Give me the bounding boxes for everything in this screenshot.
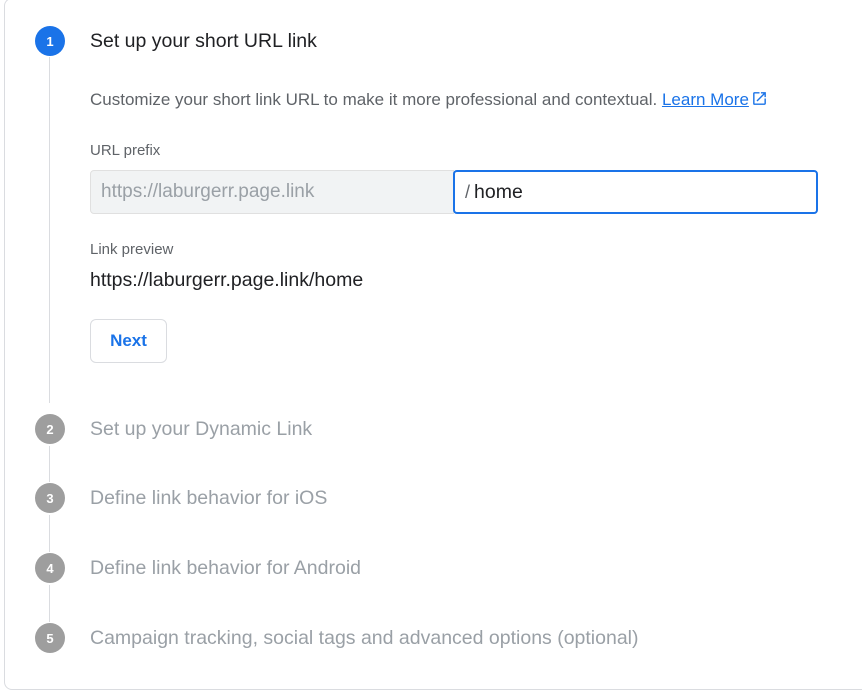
step-3-title[interactable]: Define link behavior for iOS <box>90 487 327 510</box>
link-preview-label: Link preview <box>90 241 174 258</box>
step-number: 1 <box>46 33 54 49</box>
learn-more-link[interactable]: Learn More <box>662 90 749 109</box>
step-connector <box>49 446 50 482</box>
path-slash: / <box>465 181 471 202</box>
step-5-title[interactable]: Campaign tracking, social tags and advan… <box>90 627 639 650</box>
step-5-indicator[interactable]: 5 <box>35 623 65 653</box>
path-field[interactable]: / <box>453 170 818 214</box>
step-connector <box>49 585 50 622</box>
next-button[interactable]: Next <box>90 319 167 363</box>
step-connector <box>49 57 50 403</box>
path-input[interactable] <box>474 180 775 204</box>
step-4-indicator[interactable]: 4 <box>35 553 65 583</box>
step-number: 2 <box>46 421 54 437</box>
url-prefix-field: https://laburgerr.page.link <box>90 170 454 214</box>
description-text: Customize your short link URL to make it… <box>90 90 658 109</box>
step-number: 4 <box>46 560 54 576</box>
step-number: 3 <box>46 490 54 506</box>
step-2-indicator[interactable]: 2 <box>35 414 65 444</box>
step-1-indicator: 1 <box>35 26 65 56</box>
link-preview-value: https://laburgerr.page.link/home <box>90 269 364 291</box>
step-2-title[interactable]: Set up your Dynamic Link <box>90 418 312 441</box>
url-prefix-label: URL prefix <box>90 142 161 159</box>
step-3-indicator[interactable]: 3 <box>35 483 65 513</box>
step-number: 5 <box>46 630 54 646</box>
open-in-new-icon[interactable] <box>751 90 768 112</box>
url-prefix-value: https://laburgerr.page.link <box>101 181 315 202</box>
step-4-title[interactable]: Define link behavior for Android <box>90 557 361 580</box>
step-description: Customize your short link URL to make it… <box>90 90 768 112</box>
step-connector <box>49 515 50 552</box>
step-1-title: Set up your short URL link <box>90 30 317 52</box>
